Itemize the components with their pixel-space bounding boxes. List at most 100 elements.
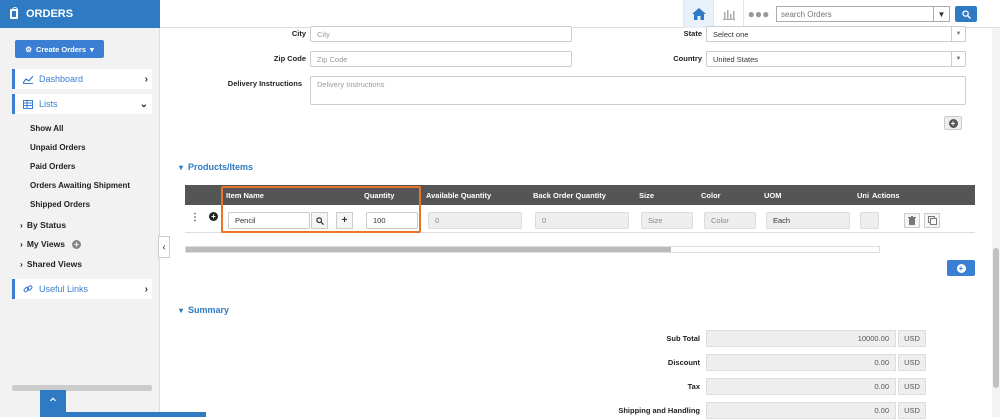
top-icon-group: ●●● [683, 0, 773, 28]
caret-down-icon: ▾ [90, 44, 94, 54]
shipping-label: Shipping and Handling [618, 406, 700, 415]
sub-total-label: Sub Total [666, 334, 700, 343]
add-product-button[interactable]: + [947, 260, 975, 276]
sidebar-item-shared-views[interactable]: › Shared Views [20, 259, 82, 269]
state-select[interactable]: Select one ▼ [706, 26, 966, 42]
back-order-quantity-field: 0 [535, 212, 629, 229]
create-orders-button[interactable]: ⚙ Create Orders ▾ [15, 40, 104, 58]
uom-field: Each [766, 212, 850, 229]
summary-row-tax: Tax 0.00 USD [560, 378, 970, 395]
col-uni: Uni [857, 191, 870, 200]
chevron-down-icon[interactable]: ▼ [933, 7, 949, 21]
sidebar-item-paid-orders[interactable]: Paid Orders [30, 162, 75, 171]
tax-value[interactable]: 0.00 [706, 378, 896, 395]
drag-handle-icon[interactable]: ⋮ [190, 212, 200, 223]
country-select[interactable]: United States ▼ [706, 51, 966, 67]
state-select-value: Select one [713, 30, 749, 39]
shipping-value[interactable]: 0.00 [706, 402, 896, 419]
sidebar-item-by-status[interactable]: › By Status [20, 220, 66, 230]
col-back-order-quantity: Back Order Quantity [533, 191, 606, 200]
sidebar: ⚙ Create Orders ▾ Dashboard › Lists ⌄ Sh… [0, 28, 160, 417]
chevron-down-icon: ⌄ [139, 98, 148, 110]
reports-chart-icon[interactable] [713, 0, 743, 28]
highlight-box [221, 186, 421, 233]
discount-currency: USD [898, 354, 926, 371]
line-chart-icon [23, 75, 33, 84]
sidebar-item-dashboard[interactable]: Dashboard › [12, 69, 152, 89]
table-icon [23, 99, 33, 109]
summary-section-header[interactable]: ▾ Summary [179, 305, 229, 315]
summary-row-shipping: Shipping and Handling 0.00 USD [560, 402, 970, 419]
summary-row-discount: Discount 0.00 USD [560, 354, 970, 371]
search-button[interactable] [955, 6, 977, 22]
table-scrollbar[interactable] [185, 246, 880, 253]
chevron-right-icon: › [20, 239, 23, 249]
unit-price-field[interactable] [860, 212, 879, 229]
home-icon[interactable] [683, 0, 713, 28]
scroll-up-button[interactable]: ⌃ [40, 390, 66, 417]
page-scrollbar[interactable] [992, 28, 1000, 417]
search-input[interactable] [777, 7, 933, 21]
gear-icon: ⚙ [25, 44, 32, 54]
discount-value[interactable]: 0.00 [706, 354, 896, 371]
app-title: ORDERS [26, 8, 74, 20]
tax-currency: USD [898, 378, 926, 395]
col-color: Color [701, 191, 721, 200]
add-row-icon[interactable]: + [209, 212, 218, 221]
zip-code-label: Zip Code [273, 54, 306, 63]
sidebar-item-shipped-orders[interactable]: Shipped Orders [30, 200, 90, 209]
available-quantity-field: 0 [428, 212, 522, 229]
products-section-title: Products/Items [188, 162, 254, 172]
col-available-quantity: Available Quantity [426, 191, 492, 200]
chevron-down-icon: ▼ [951, 52, 965, 66]
app-brand[interactable]: ORDERS [0, 0, 160, 28]
size-field: Size [641, 212, 693, 229]
useful-links-label: Useful Links [39, 284, 89, 294]
sidebar-item-my-views[interactable]: › My Views + [20, 239, 81, 249]
summary-section-title: Summary [188, 305, 230, 315]
shipping-currency: USD [898, 402, 926, 419]
zip-code-input[interactable]: Zip Code [310, 51, 572, 67]
delivery-instructions-input[interactable]: Delivery Instructions [310, 76, 966, 105]
add-address-button[interactable]: + [944, 116, 962, 130]
col-size: Size [639, 191, 655, 200]
country-select-value: United States [713, 55, 759, 64]
city-input[interactable]: City [310, 26, 572, 42]
discount-label: Discount [667, 358, 700, 367]
search-box: ▼ [776, 6, 950, 22]
city-label: City [291, 29, 306, 38]
trash-icon [908, 216, 916, 225]
collapse-sidebar-button[interactable]: ‹ [158, 236, 170, 258]
tax-label: Tax [687, 382, 700, 391]
my-views-label: My Views [26, 239, 65, 249]
col-uom: UOM [764, 191, 782, 200]
chevron-right-icon: › [20, 259, 23, 269]
state-label: State [683, 29, 702, 38]
delete-row-button[interactable] [904, 213, 920, 228]
sub-total-currency: USD [898, 330, 926, 347]
plus-circle-icon: + [948, 118, 958, 128]
sidebar-item-lists[interactable]: Lists ⌄ [12, 94, 152, 114]
dashboard-label: Dashboard [39, 74, 84, 84]
chevron-down-icon: ▾ [179, 162, 184, 172]
shared-views-label: Shared Views [26, 259, 82, 269]
color-field: Color [704, 212, 756, 229]
top-bar: ORDERS ●●● ▼ [0, 0, 1000, 28]
table-scrollbar-thumb[interactable] [186, 247, 671, 252]
summary-row-sub-total: Sub Total 10000.00 USD [560, 330, 970, 347]
add-view-icon[interactable]: + [71, 239, 81, 249]
sidebar-item-unpaid-orders[interactable]: Unpaid Orders [30, 143, 86, 152]
more-dots-icon[interactable]: ●●● [743, 0, 773, 28]
page-scrollbar-thumb[interactable] [993, 248, 999, 388]
delivery-instructions-label: Delivery Instructions [227, 79, 302, 88]
sidebar-scrollbar[interactable] [12, 385, 152, 391]
sidebar-item-orders-awaiting-shipment[interactable]: Orders Awaiting Shipment [30, 181, 130, 190]
lists-label: Lists [39, 99, 58, 109]
col-actions: Actions [872, 191, 900, 200]
products-section-header[interactable]: ▾ Products/Items [179, 162, 253, 172]
copy-row-button[interactable] [924, 213, 940, 228]
by-status-label: By Status [26, 220, 67, 230]
sidebar-item-show-all[interactable]: Show All [30, 124, 63, 133]
sidebar-item-useful-links[interactable]: Useful Links › [12, 279, 152, 299]
search-icon [961, 9, 971, 19]
